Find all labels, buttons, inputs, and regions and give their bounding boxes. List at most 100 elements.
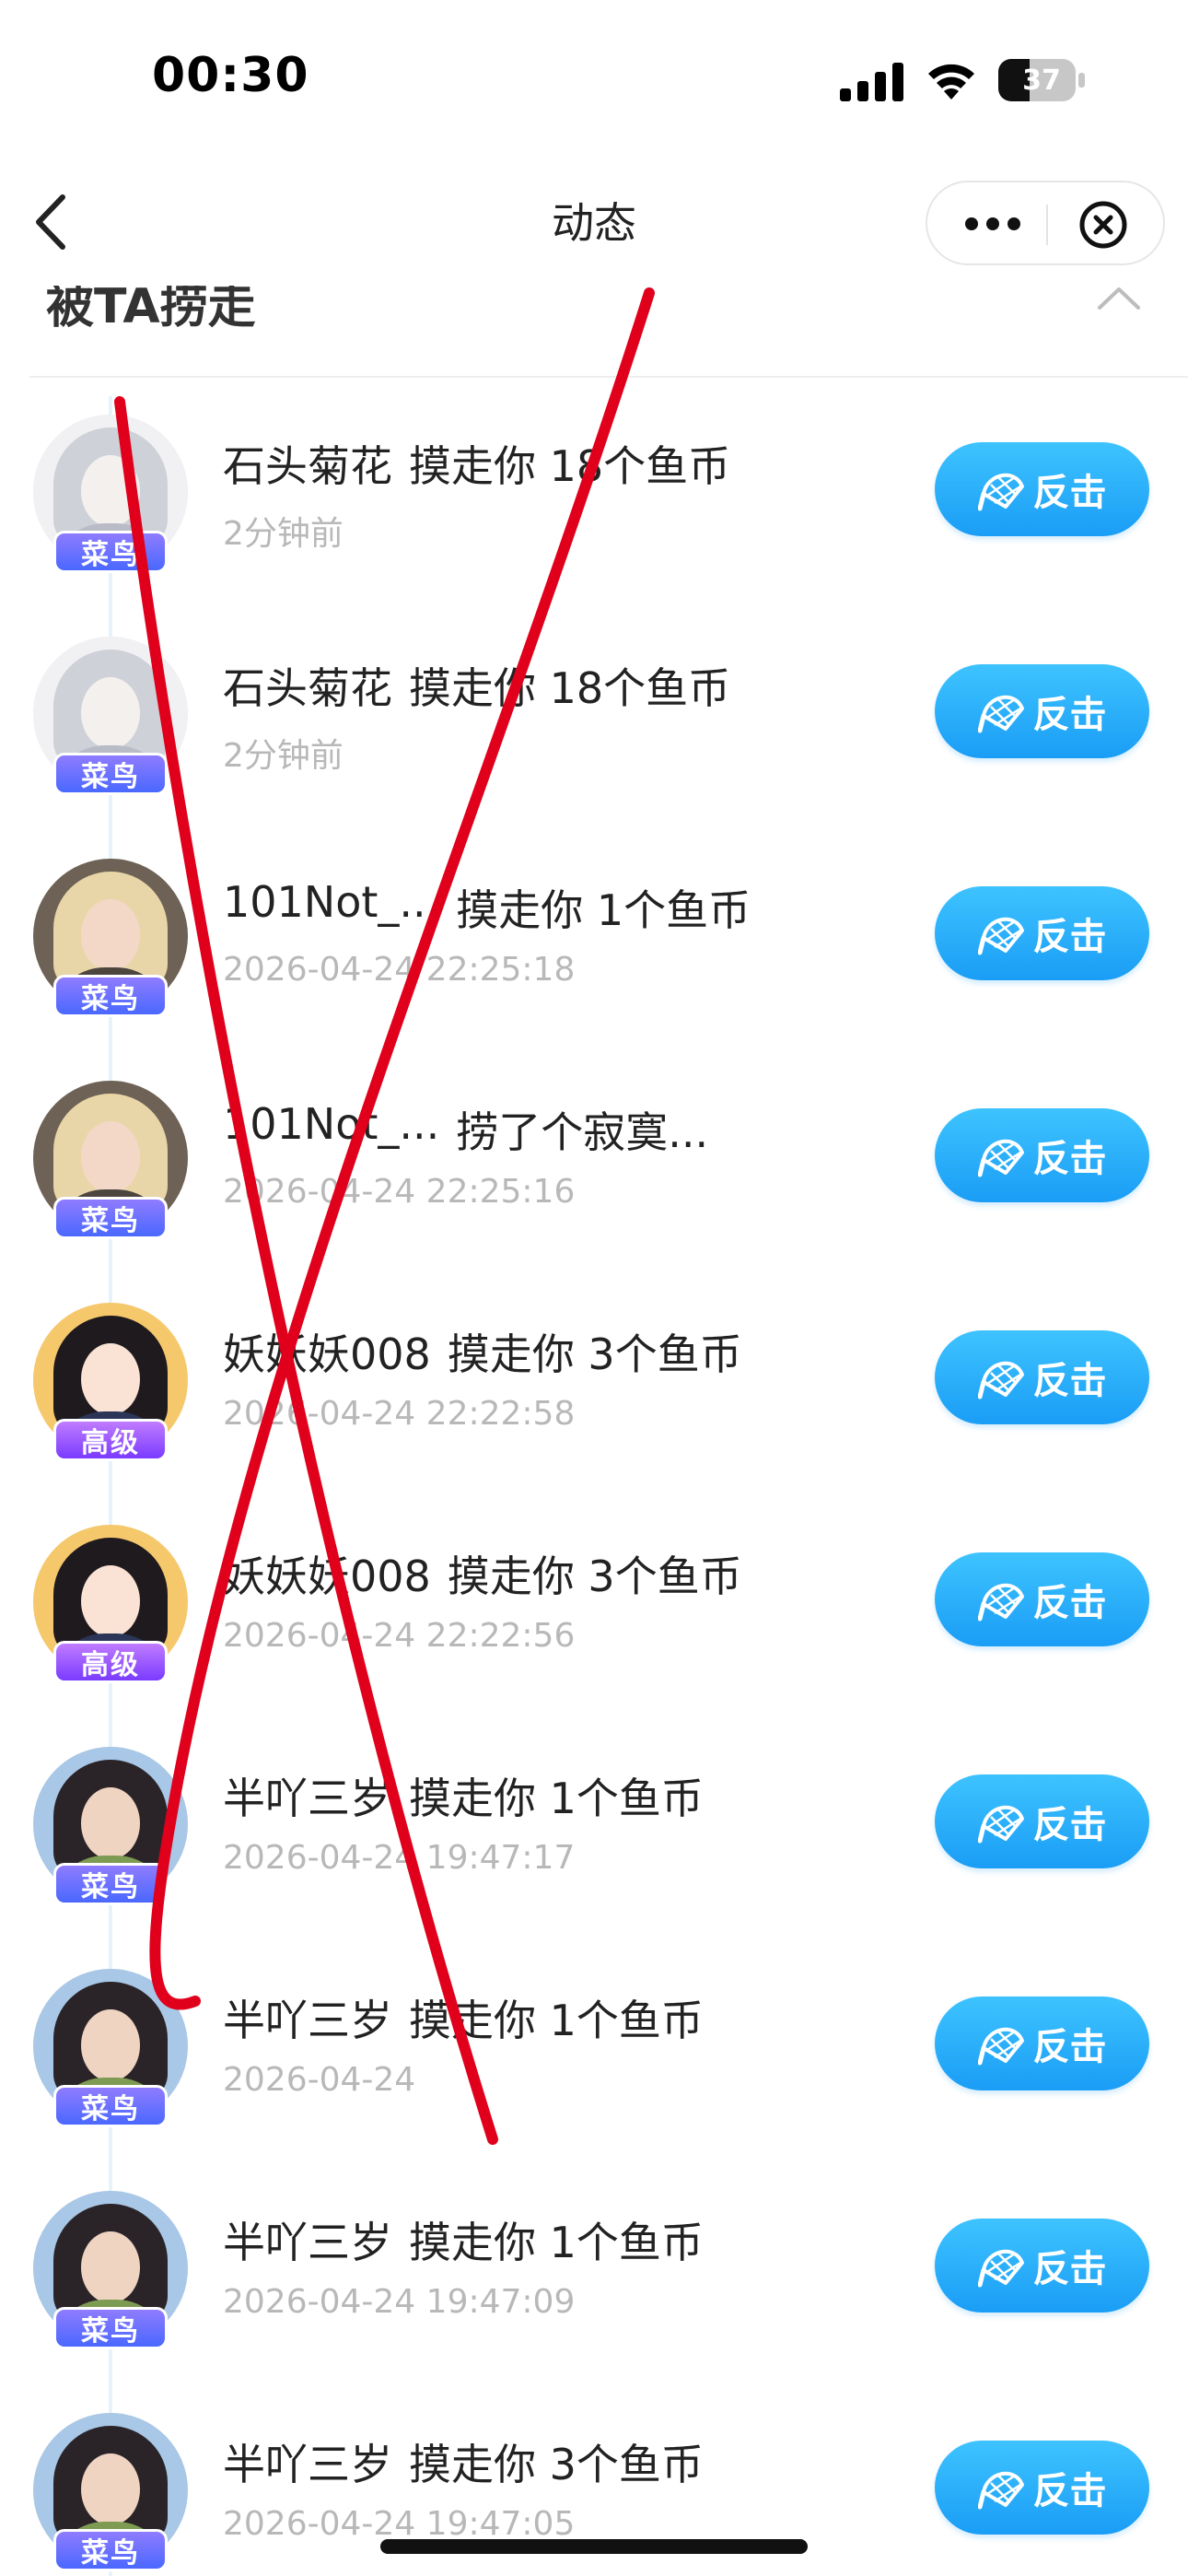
user-name[interactable]: 石头菊花: [223, 655, 392, 716]
close-icon[interactable]: [1077, 199, 1129, 251]
avatar[interactable]: 菜鸟: [33, 415, 188, 573]
action-text: 捞了个寂寞...: [456, 1107, 709, 1157]
action-text: 摸走你 1个鱼币: [456, 885, 751, 935]
button-label: 反击: [1032, 694, 1107, 736]
user-name[interactable]: 妖妖妖008: [223, 1321, 431, 1382]
timestamp: 2026-04-24 19:47:09: [223, 2283, 576, 2321]
activity-list: 菜鸟 石头菊花 摸走你 18个鱼币 2分钟前 反击 菜鸟 石头菊花 摸走你 18…: [0, 378, 1188, 2576]
net-icon: [977, 1583, 1024, 1622]
avatar[interactable]: 菜鸟: [33, 1081, 188, 1239]
net-icon: [977, 695, 1024, 733]
list-item: 高级 妖妖妖008 摸走你 3个鱼币 2026-04-24 22:22:58 反击: [0, 1266, 1188, 1488]
user-name[interactable]: 半吖三岁: [223, 1987, 392, 2048]
timestamp: 2026-04-24 19:47:17: [223, 1839, 576, 1877]
action-text: 摸走你 1个鱼币: [409, 1996, 704, 2045]
avatar[interactable]: 高级: [33, 1303, 188, 1461]
more-icon[interactable]: [964, 210, 1021, 238]
net-icon: [977, 917, 1024, 955]
action-text: 摸走你 3个鱼币: [447, 1551, 742, 1601]
timestamp: 2分钟前: [223, 737, 344, 775]
user-name[interactable]: 101Not_...: [223, 1099, 439, 1149]
user-name[interactable]: 半吖三岁: [223, 2209, 392, 2270]
counter-attack-button[interactable]: 反击: [935, 1774, 1149, 1868]
list-item: 菜鸟 石头菊花 摸走你 18个鱼币 2分钟前 反击: [0, 378, 1188, 600]
timestamp: 2分钟前: [223, 515, 344, 553]
timestamp: 2026-04-24 22:22:56: [223, 1617, 576, 1655]
user-name[interactable]: 石头菊花: [223, 433, 392, 494]
button-label: 反击: [1032, 2248, 1107, 2290]
action-text: 摸走你 18个鱼币: [409, 441, 731, 491]
user-name[interactable]: 半吖三岁: [223, 1765, 392, 1826]
timestamp: 2026-04-24 22:22:58: [223, 1395, 576, 1433]
level-badge: 菜鸟: [53, 753, 168, 795]
page: 00:30 37 动态 被TA捞走 菜鸟 石头菊花 摸走你 18个鱼币 2分钟前…: [0, 0, 1188, 2576]
button-label: 反击: [1032, 916, 1107, 958]
action-text: 摸走你 3个鱼币: [409, 2440, 704, 2489]
avatar[interactable]: 菜鸟: [33, 2413, 188, 2571]
level-badge: 菜鸟: [53, 975, 168, 1017]
list-item: 菜鸟 101Not_... 摸走你 1个鱼币 2026-04-24 22:25:1…: [0, 822, 1188, 1044]
button-label: 反击: [1032, 2470, 1107, 2512]
level-badge: 菜鸟: [53, 531, 168, 573]
button-label: 反击: [1032, 1804, 1107, 1846]
user-name[interactable]: 妖妖妖008: [223, 1543, 431, 1604]
list-item: 菜鸟 101Not_... 捞了个寂寞... 2026-04-24 22:25:1…: [0, 1044, 1188, 1266]
net-icon: [977, 1361, 1024, 1399]
home-indicator: [380, 2539, 808, 2554]
counter-attack-button[interactable]: 反击: [935, 1552, 1149, 1646]
action-text: 摸走你 1个鱼币: [409, 1774, 704, 1823]
counter-attack-button[interactable]: 反击: [935, 1996, 1149, 2090]
counter-attack-button[interactable]: 反击: [935, 664, 1149, 758]
level-badge: 菜鸟: [53, 1863, 168, 1905]
list-item: 菜鸟 半吖三岁 摸走你 1个鱼币 2026-04-24 19:47:09 反击: [0, 2154, 1188, 2376]
user-name[interactable]: 101Not_...: [223, 877, 439, 927]
status-bar: 00:30 37: [0, 0, 1188, 157]
timestamp: 2026-04-24 22:25:16: [223, 1173, 576, 1211]
level-badge: 高级: [53, 1419, 168, 1461]
avatar[interactable]: 菜鸟: [33, 637, 188, 795]
button-label: 反击: [1032, 1138, 1107, 1180]
counter-attack-button[interactable]: 反击: [935, 2441, 1149, 2535]
avatar[interactable]: 菜鸟: [33, 1747, 188, 1905]
avatar[interactable]: 菜鸟: [33, 1969, 188, 2127]
section-divider: [29, 376, 1188, 378]
timestamp: 2026-04-24: [223, 2061, 416, 2099]
collapse-icon[interactable]: [1096, 284, 1142, 311]
level-badge: 菜鸟: [53, 2529, 168, 2571]
list-item: 高级 妖妖妖008 摸走你 3个鱼币 2026-04-24 22:22:56 反击: [0, 1488, 1188, 1710]
button-label: 反击: [1032, 2026, 1107, 2068]
avatar[interactable]: 菜鸟: [33, 2191, 188, 2349]
avatar[interactable]: 菜鸟: [33, 859, 188, 1017]
counter-attack-button[interactable]: 反击: [935, 1330, 1149, 1424]
list-item: 菜鸟 石头菊花 摸走你 18个鱼币 2分钟前 反击: [0, 600, 1188, 822]
button-label: 反击: [1032, 1582, 1107, 1624]
counter-attack-button[interactable]: 反击: [935, 442, 1149, 536]
counter-attack-button[interactable]: 反击: [935, 2219, 1149, 2313]
net-icon: [977, 1139, 1024, 1177]
net-icon: [977, 2249, 1024, 2288]
battery-level: 37: [1022, 64, 1061, 97]
list-item: 菜鸟 半吖三岁 摸走你 1个鱼币 2026-04-24 反击: [0, 1932, 1188, 2154]
mini-program-capsule: [926, 181, 1165, 265]
level-badge: 菜鸟: [53, 1197, 168, 1239]
status-time: 00:30: [152, 48, 309, 103]
level-badge: 菜鸟: [53, 2307, 168, 2349]
action-text: 摸走你 1个鱼币: [409, 2218, 704, 2267]
level-badge: 菜鸟: [53, 2085, 168, 2127]
timestamp: 2026-04-24 19:47:05: [223, 2505, 576, 2543]
net-icon: [977, 2471, 1024, 2510]
level-badge: 高级: [53, 1641, 168, 1683]
signal-icon: [840, 63, 903, 101]
net-icon: [977, 2027, 1024, 2066]
list-item: 菜鸟 半吖三岁 摸走你 1个鱼币 2026-04-24 19:47:17 反击: [0, 1710, 1188, 1932]
avatar[interactable]: 高级: [33, 1525, 188, 1683]
action-text: 摸走你 18个鱼币: [409, 663, 731, 713]
net-icon: [977, 1805, 1024, 1844]
net-icon: [977, 473, 1024, 511]
counter-attack-button[interactable]: 反击: [935, 886, 1149, 980]
wifi-icon: [928, 64, 974, 100]
user-name[interactable]: 半吖三岁: [223, 2431, 392, 2492]
counter-attack-button[interactable]: 反击: [935, 1108, 1149, 1202]
button-label: 反击: [1032, 472, 1107, 514]
action-text: 摸走你 3个鱼币: [447, 1329, 742, 1379]
